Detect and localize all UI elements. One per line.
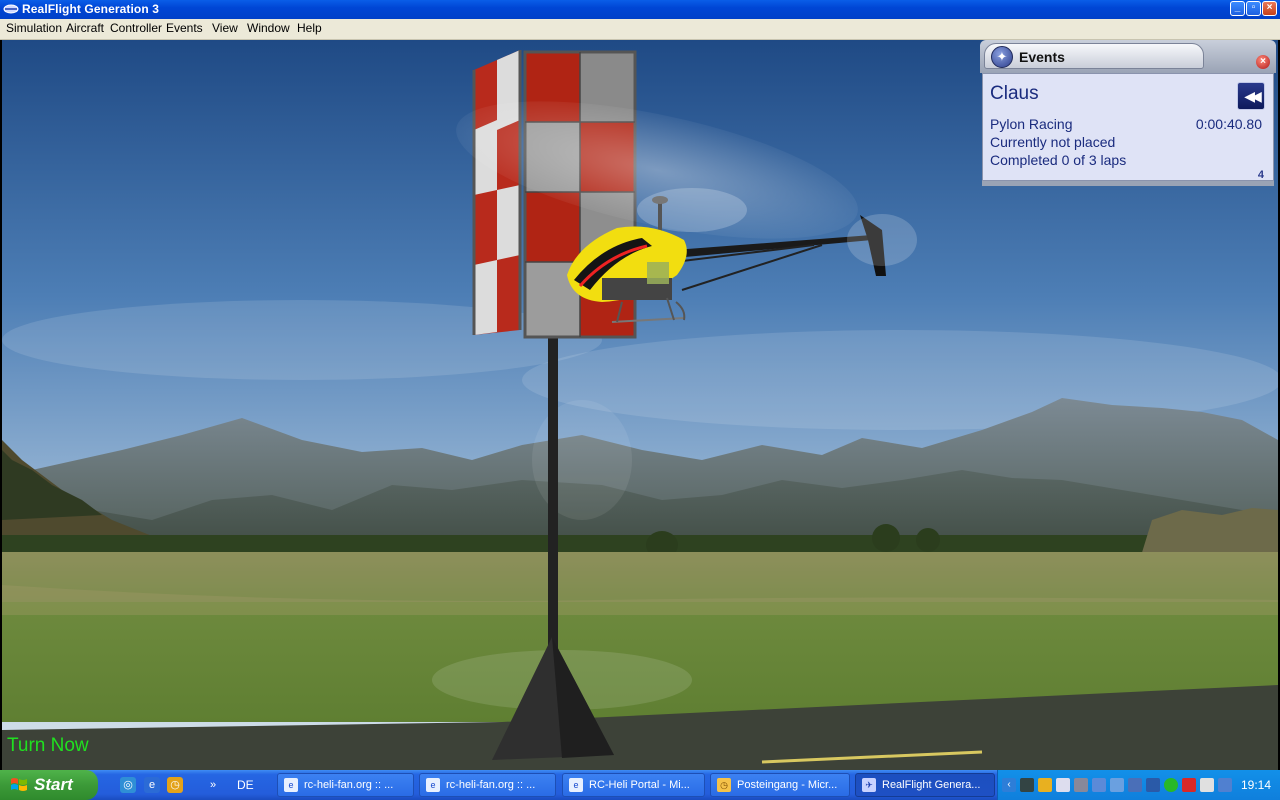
menu-view[interactable]: View: [212, 21, 238, 35]
menu-window[interactable]: Window: [247, 21, 290, 35]
menu-aircraft[interactable]: Aircraft: [66, 21, 104, 35]
events-header: ✦ Events ×: [980, 40, 1276, 73]
taskbar-button-3[interactable]: e RC-Heli Portal - Mi...: [562, 773, 705, 797]
tray-antivirus-icon[interactable]: [1182, 778, 1196, 792]
event-name: Pylon Racing: [990, 116, 1073, 132]
taskbar-button-1[interactable]: e rc-heli-fan.org :: ...: [277, 773, 414, 797]
clock[interactable]: 19:14: [1241, 778, 1271, 792]
title-bar: RealFlight Generation 3 _ ▫ ×: [0, 0, 1280, 19]
realflight-app-icon[interactable]: [3, 3, 19, 15]
placement-status: Currently not placed: [990, 134, 1116, 150]
tray-expand-icon[interactable]: ‹: [1002, 778, 1016, 792]
taskbar: Start ◎ e ◷ » DE e rc-heli-fan.org :: ..…: [0, 770, 1280, 800]
menu-events[interactable]: Events: [166, 21, 203, 35]
taskbar-button-realflight[interactable]: ✈ RealFlight Genera...: [855, 773, 995, 797]
start-label: Start: [34, 775, 73, 794]
language-indicator[interactable]: DE: [237, 778, 254, 792]
window-title: RealFlight Generation 3: [22, 2, 159, 16]
menu-help[interactable]: Help: [297, 21, 322, 35]
laps-status: Completed 0 of 3 laps: [990, 152, 1127, 168]
tray-green-icon[interactable]: [1164, 778, 1178, 792]
tray-printer-icon[interactable]: [1056, 778, 1070, 792]
taskbar-button-2[interactable]: e rc-heli-fan.org :: ...: [419, 773, 556, 797]
taskbar-button-4[interactable]: ◷ Posteingang - Micr...: [710, 773, 850, 797]
realflight-icon: ✈: [862, 778, 876, 792]
menu-simulation[interactable]: Simulation: [6, 21, 62, 35]
ie-icon: e: [284, 778, 298, 792]
minimize-button[interactable]: _: [1230, 1, 1245, 16]
tray-wifi-icon[interactable]: [1146, 778, 1160, 792]
quicklaunch-outlook-icon[interactable]: ◷: [167, 777, 183, 793]
events-footer: [982, 181, 1274, 186]
tray-sync-icon[interactable]: [1128, 778, 1142, 792]
windows-flag-icon: [11, 778, 27, 791]
ie-icon: e: [426, 778, 440, 792]
events-panel: ✦ Events × Claus ◀◀ Pylon Racing 0:00:40…: [980, 40, 1276, 186]
tray-network-icon[interactable]: [1092, 778, 1106, 792]
tray-monitor-icon[interactable]: [1020, 778, 1034, 792]
start-button[interactable]: Start: [0, 770, 98, 800]
events-body: Claus ◀◀ Pylon Racing 0:00:40.80 Current…: [982, 73, 1274, 181]
tray-usb-icon[interactable]: [1200, 778, 1214, 792]
quicklaunch-ie-icon[interactable]: e: [144, 777, 160, 793]
quicklaunch-network-icon[interactable]: ◎: [120, 777, 136, 793]
close-button[interactable]: ×: [1262, 1, 1277, 16]
tray-clock-icon[interactable]: [1038, 778, 1052, 792]
tray-security-icon[interactable]: [1218, 778, 1232, 792]
event-time: 0:00:40.80: [1195, 116, 1262, 132]
tray-tool-icon[interactable]: [1074, 778, 1088, 792]
events-close-button[interactable]: ×: [1256, 55, 1270, 69]
menu-bar: Simulation Aircraft Controller Events Vi…: [0, 19, 1280, 40]
turn-now-prompt: Turn Now: [7, 735, 89, 756]
maximize-button[interactable]: ▫: [1246, 1, 1261, 16]
system-tray: ‹ 19:14: [997, 770, 1280, 800]
menu-controller[interactable]: Controller: [110, 21, 162, 35]
events-tab[interactable]: ✦ Events: [984, 43, 1204, 69]
quicklaunch-more-icon[interactable]: »: [205, 777, 221, 793]
tray-display-icon[interactable]: [1110, 778, 1124, 792]
ie-icon: e: [569, 778, 583, 792]
pilot-name: Claus: [990, 83, 1039, 104]
events-title: Events: [1019, 49, 1065, 65]
events-page-number: 4: [1257, 169, 1264, 181]
star-icon: ✦: [991, 46, 1013, 68]
rewind-button[interactable]: ◀◀: [1237, 82, 1265, 110]
outlook-icon: ◷: [717, 778, 731, 792]
